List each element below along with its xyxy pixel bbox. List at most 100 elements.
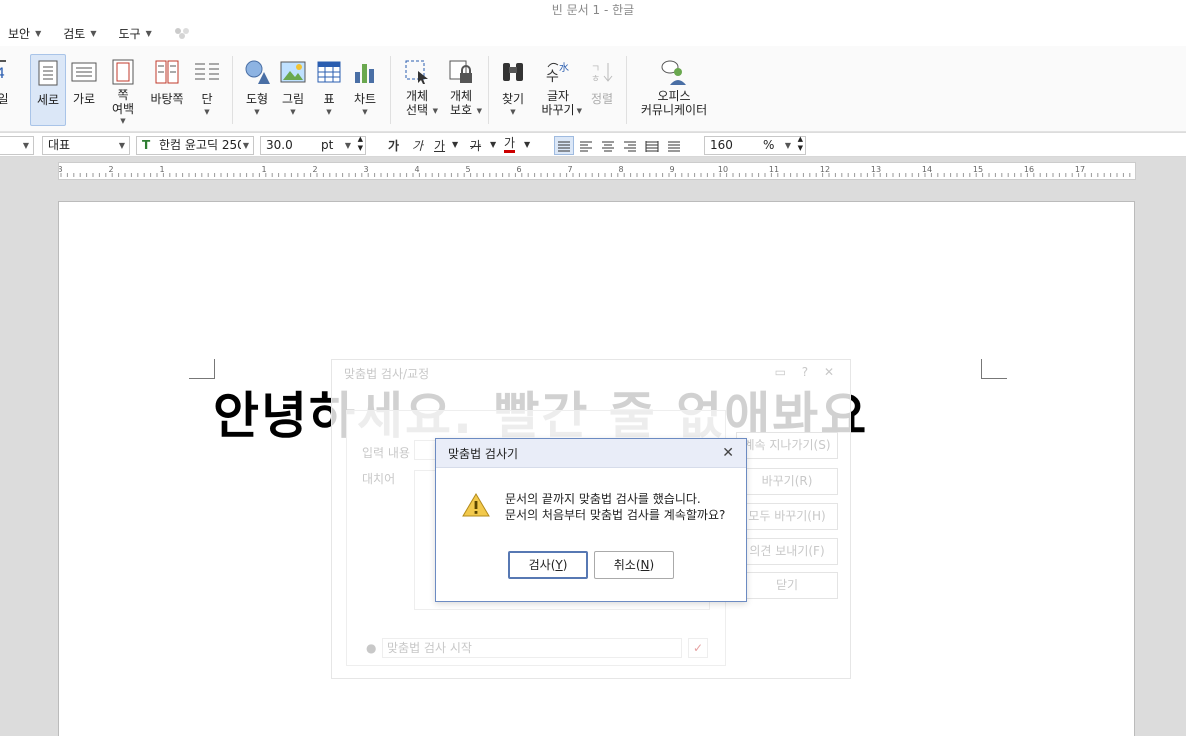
- page-margin-button[interactable]: 쪽 여백 ▼: [106, 54, 140, 126]
- warning-icon: [462, 493, 490, 517]
- align-center-icon: [602, 141, 614, 151]
- chevron-down-icon: ▼: [145, 28, 152, 38]
- right-align-button[interactable]: [620, 136, 640, 155]
- svg-text:3: 3: [363, 165, 368, 174]
- zoom-combo[interactable]: 160% ▼ ▲ ▼: [704, 135, 806, 155]
- svg-text:12: 12: [820, 165, 830, 174]
- underline-button[interactable]: 가: [434, 137, 445, 154]
- select-object-button[interactable]: 개체 선택 ▼: [398, 54, 438, 126]
- svg-text:9: 9: [669, 165, 674, 174]
- spinner-icon[interactable]: ▲ ▼: [358, 135, 363, 153]
- file-button-partial[interactable]: 4 일: [0, 54, 12, 126]
- landscape-page-icon: [70, 58, 98, 86]
- align-split-icon: [668, 141, 680, 151]
- svg-text:13: 13: [871, 165, 881, 174]
- cancel-no-button[interactable]: 취소(N): [594, 551, 674, 579]
- horizontal-ruler[interactable]: 3 2 1 1 2 3 4 5 6 7 8 9 10 11 12 13 14 15 16 17: [57, 162, 1136, 180]
- table-button[interactable]: 표 ▼: [312, 54, 346, 126]
- file-icon: 4: [0, 58, 17, 86]
- office-communicator-button[interactable]: 오피스 커뮤니케이터: [634, 54, 714, 126]
- menu-review[interactable]: 검토 ▼: [63, 25, 96, 42]
- chart-button[interactable]: 차트 ▼: [348, 54, 382, 126]
- svg-text:17: 17: [1075, 165, 1085, 174]
- svg-text:11: 11: [769, 165, 779, 174]
- portrait-button[interactable]: 세로: [30, 54, 66, 126]
- svg-text:6: 6: [516, 165, 521, 174]
- landscape-button[interactable]: 가로: [68, 54, 100, 126]
- close-button: 닫기: [736, 572, 838, 599]
- font-size-combo[interactable]: 30.0 pt ▼ ▲ ▼: [260, 135, 366, 155]
- protect-object-button[interactable]: 개체 보호 ▼: [442, 54, 482, 126]
- chevron-down-icon: ▼: [240, 137, 249, 154]
- dropdown-arrow-icon: ▼: [362, 108, 368, 116]
- font-color-button[interactable]: 가: [504, 137, 516, 153]
- menu-security[interactable]: 보안 ▼: [8, 25, 41, 42]
- spinner-icon[interactable]: ▲ ▼: [798, 135, 803, 153]
- select-object-icon: [403, 58, 431, 86]
- replace-char-icon: 수水: [544, 58, 572, 86]
- left-align-button[interactable]: [576, 136, 596, 155]
- chevron-down-icon[interactable]: ▼: [524, 140, 530, 149]
- columns-button[interactable]: 단 ▼: [190, 54, 224, 126]
- strikethrough-button[interactable]: 가: [470, 137, 481, 154]
- check-yes-button[interactable]: 검사(Y): [508, 551, 588, 579]
- bold-button[interactable]: 가: [388, 137, 399, 154]
- skip-button: 계속 지나가기(S): [736, 432, 838, 459]
- communicator-icon: [660, 58, 688, 86]
- picture-button[interactable]: 그림 ▼: [276, 54, 310, 126]
- ruler-ticks: 3 2 1 1 2 3 4 5 6 7 8 9 10 11 12 13 14 15 16 17: [57, 165, 1131, 177]
- dropdown-arrow-icon: ▼: [290, 108, 296, 116]
- chevron-down-icon[interactable]: ▼: [452, 140, 458, 149]
- shape-icon: [243, 58, 271, 86]
- network-icon[interactable]: [174, 27, 190, 39]
- center-align-button[interactable]: [598, 136, 618, 155]
- svg-text:1: 1: [261, 165, 266, 174]
- margin-corner-top-left: [189, 359, 215, 379]
- menu-tools[interactable]: 도구 ▼: [119, 25, 152, 42]
- ribbon-divider: [390, 56, 391, 124]
- radio-dot-icon: ●: [366, 641, 377, 655]
- chevron-down-icon: ▼: [35, 28, 42, 38]
- master-page-button[interactable]: 바탕쪽: [146, 54, 188, 126]
- chevron-down-icon: ▼: [344, 141, 351, 150]
- svg-text:수: 수: [546, 69, 559, 85]
- distribute-align-button[interactable]: [642, 136, 662, 155]
- justify-align-button[interactable]: [554, 136, 574, 155]
- dialog-message: 문서의 끝까지 맞춤법 검사를 했습니다. 문서의 처음부터 맞춤법 검사를 계…: [505, 492, 726, 522]
- dialog-title: 맞춤법 검사기: [436, 439, 746, 468]
- split-align-button[interactable]: [664, 136, 684, 155]
- svg-text:8: 8: [618, 165, 623, 174]
- style-combo[interactable]: 대표 ▼: [42, 136, 130, 155]
- dropdown-arrow-icon: ▼: [120, 117, 126, 125]
- truetype-font-icon: T: [142, 138, 151, 152]
- shape-button[interactable]: 도형 ▼: [240, 54, 274, 126]
- dropdown-arrow-icon: ▼: [254, 108, 260, 116]
- close-icon[interactable]: ✕: [722, 445, 734, 461]
- dropdown-arrow-icon: ▼: [510, 108, 516, 116]
- replace-char-button[interactable]: 수水 글자 바꾸기 ▼: [536, 54, 582, 126]
- window-title: 빈 문서 1 - 한글: [551, 3, 635, 17]
- master-page-icon: [153, 58, 181, 86]
- lock-icon: [447, 58, 475, 86]
- align-left-icon: [580, 141, 592, 151]
- title-bar: 빈 문서 1 - 한글: [0, 0, 1186, 20]
- dropdown-arrow-icon: ▼: [204, 108, 210, 116]
- find-button[interactable]: 찾기 ▼: [496, 54, 530, 126]
- align-right-icon: [624, 141, 636, 151]
- svg-text:水: 水: [559, 62, 569, 74]
- chevron-down-icon: ▼: [22, 141, 29, 150]
- svg-text:ㅎ: ㅎ: [591, 74, 600, 84]
- font-combo[interactable]: T 한컴 윤고딕 250 ▼: [136, 136, 254, 155]
- menu-bar: 보안 ▼ 검토 ▼ 도구 ▼: [0, 20, 1186, 46]
- sort-button[interactable]: ㄱㅎ 정렬: [586, 54, 618, 126]
- svg-text:14: 14: [922, 165, 932, 174]
- italic-button[interactable]: 가: [412, 137, 423, 154]
- chevron-down-icon: ▼: [90, 28, 97, 38]
- spellcheck-confirm-dialog: 맞춤법 검사기 ✕ 문서의 끝까지 맞춤법 검사를 했습니다. 문서의 처음부터…: [435, 438, 747, 602]
- page-style-combo[interactable]: ▼: [0, 136, 34, 155]
- chevron-down-icon[interactable]: ▼: [490, 140, 496, 149]
- align-justify-icon: [558, 141, 570, 151]
- replace-button: 바꾸기(R): [736, 468, 838, 495]
- table-icon: [315, 58, 343, 86]
- check-icon: ✓: [688, 638, 708, 658]
